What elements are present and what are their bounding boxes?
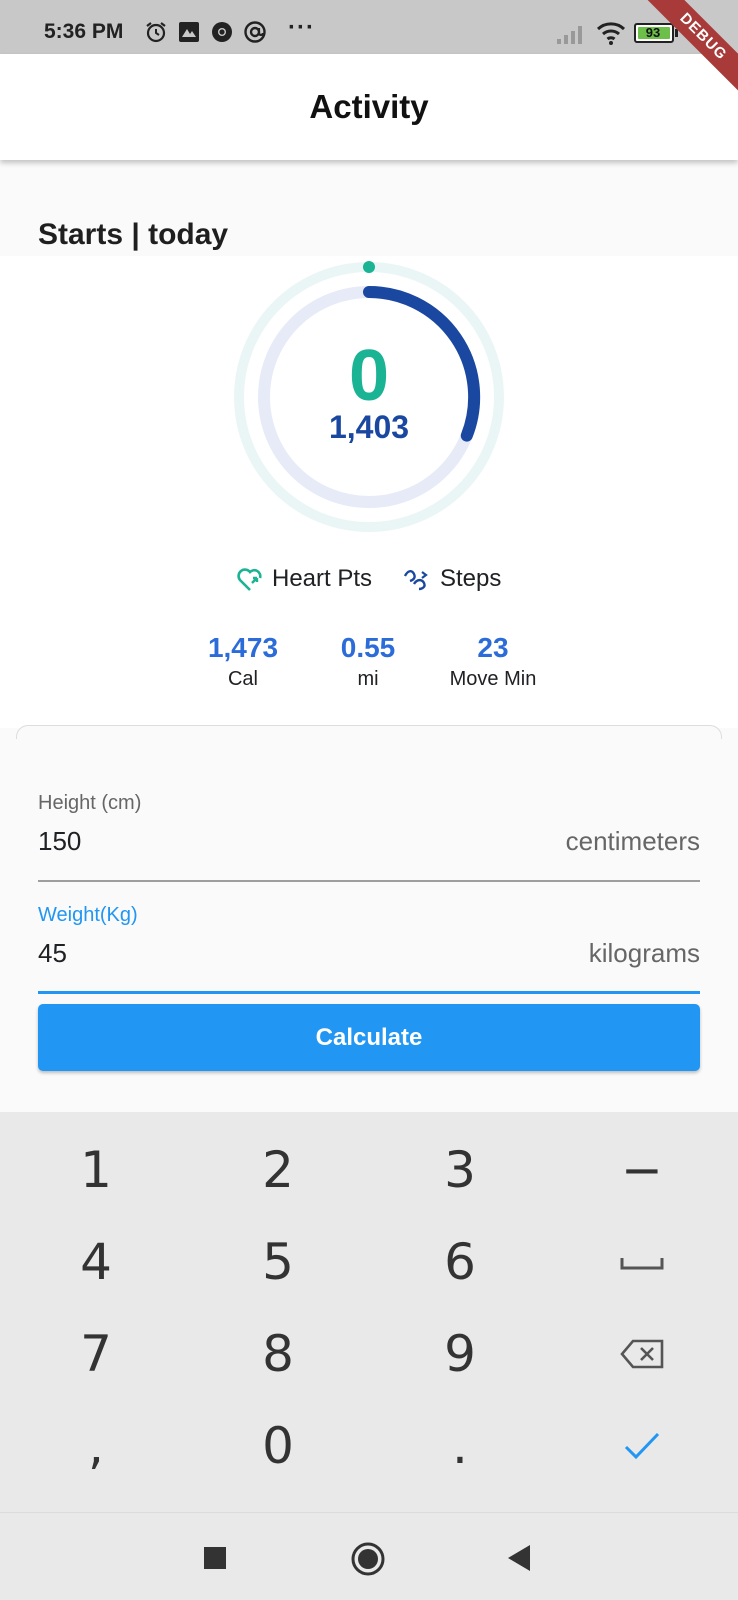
stat-distance: 0.55 mi xyxy=(328,632,408,691)
key-4[interactable]: 4 xyxy=(4,1216,188,1308)
backspace-key-icon[interactable] xyxy=(550,1308,734,1400)
legend-heart-pts: Heart Pts xyxy=(236,564,372,594)
card-divider xyxy=(16,725,722,739)
battery-icon: 93 xyxy=(634,23,674,43)
heart-pts-value: 0 xyxy=(348,336,390,416)
back-icon[interactable] xyxy=(508,1545,532,1571)
stat-move-min: 23 Move Min xyxy=(438,632,548,691)
legend-steps: Steps xyxy=(402,564,501,594)
home-icon[interactable] xyxy=(351,1542,385,1576)
stat-label: Move Min xyxy=(449,668,537,690)
height-underline xyxy=(38,880,700,882)
key-minus[interactable]: − xyxy=(550,1124,734,1216)
key-7[interactable]: 7 xyxy=(4,1308,188,1400)
height-input[interactable]: 150 xyxy=(38,826,81,857)
heart-pts-progress xyxy=(363,261,375,273)
weight-underline xyxy=(38,991,700,994)
key-5[interactable]: 5 xyxy=(186,1216,370,1308)
stat-value: 1,473 xyxy=(207,632,279,663)
more-icon: ··· xyxy=(288,14,315,41)
calculate-button[interactable]: Calculate xyxy=(38,1004,700,1071)
steps-label: Steps xyxy=(440,565,502,592)
heart-icon xyxy=(237,568,262,591)
app-bar: Activity xyxy=(0,54,738,160)
key-comma[interactable]: , xyxy=(4,1400,188,1492)
numeric-keyboard: 1 2 3 − 4 5 6 7 8 9 , 0 . xyxy=(0,1112,738,1512)
steps-value: 1,403 xyxy=(328,409,410,445)
recent-apps-icon[interactable] xyxy=(204,1547,226,1569)
key-period[interactable]: . xyxy=(368,1400,552,1492)
weight-input[interactable]: 45 xyxy=(38,938,67,969)
key-3[interactable]: 3 xyxy=(368,1124,552,1216)
status-time: 5:36 PM xyxy=(44,20,124,43)
key-8[interactable]: 8 xyxy=(186,1308,370,1400)
space-key-icon[interactable] xyxy=(550,1216,734,1308)
heart-pts-label: Heart Pts xyxy=(272,565,373,592)
stat-value: 0.55 xyxy=(340,632,396,663)
chrome-icon xyxy=(212,22,232,42)
height-label: Height (cm) xyxy=(38,792,142,814)
system-nav-bar xyxy=(0,1512,738,1600)
battery-level: 93 xyxy=(645,25,661,40)
alarm-icon xyxy=(146,22,166,43)
key-6[interactable]: 6 xyxy=(368,1216,552,1308)
check-key-icon[interactable] xyxy=(550,1400,734,1492)
stat-calories: 1,473 Cal xyxy=(200,632,286,691)
at-icon xyxy=(244,21,266,43)
key-9[interactable]: 9 xyxy=(368,1308,552,1400)
section-title: Starts | today xyxy=(38,218,229,251)
page-title: Activity xyxy=(309,88,429,125)
stat-label: mi xyxy=(357,668,379,690)
key-2[interactable]: 2 xyxy=(186,1124,370,1216)
signal-icon xyxy=(557,26,582,44)
stat-value: 23 xyxy=(477,632,509,663)
stat-label: Cal xyxy=(227,668,258,690)
weight-suffix: kilograms xyxy=(588,938,700,968)
status-bar: 5:36 PM ··· 93 xyxy=(0,0,738,54)
height-suffix: centimeters xyxy=(565,826,700,856)
weight-label: Weight(Kg) xyxy=(38,904,138,926)
key-1[interactable]: 1 xyxy=(4,1124,188,1216)
steps-icon xyxy=(403,570,428,591)
key-0[interactable]: 0 xyxy=(186,1400,370,1492)
app-icon xyxy=(179,22,199,42)
wifi-icon xyxy=(596,22,626,45)
